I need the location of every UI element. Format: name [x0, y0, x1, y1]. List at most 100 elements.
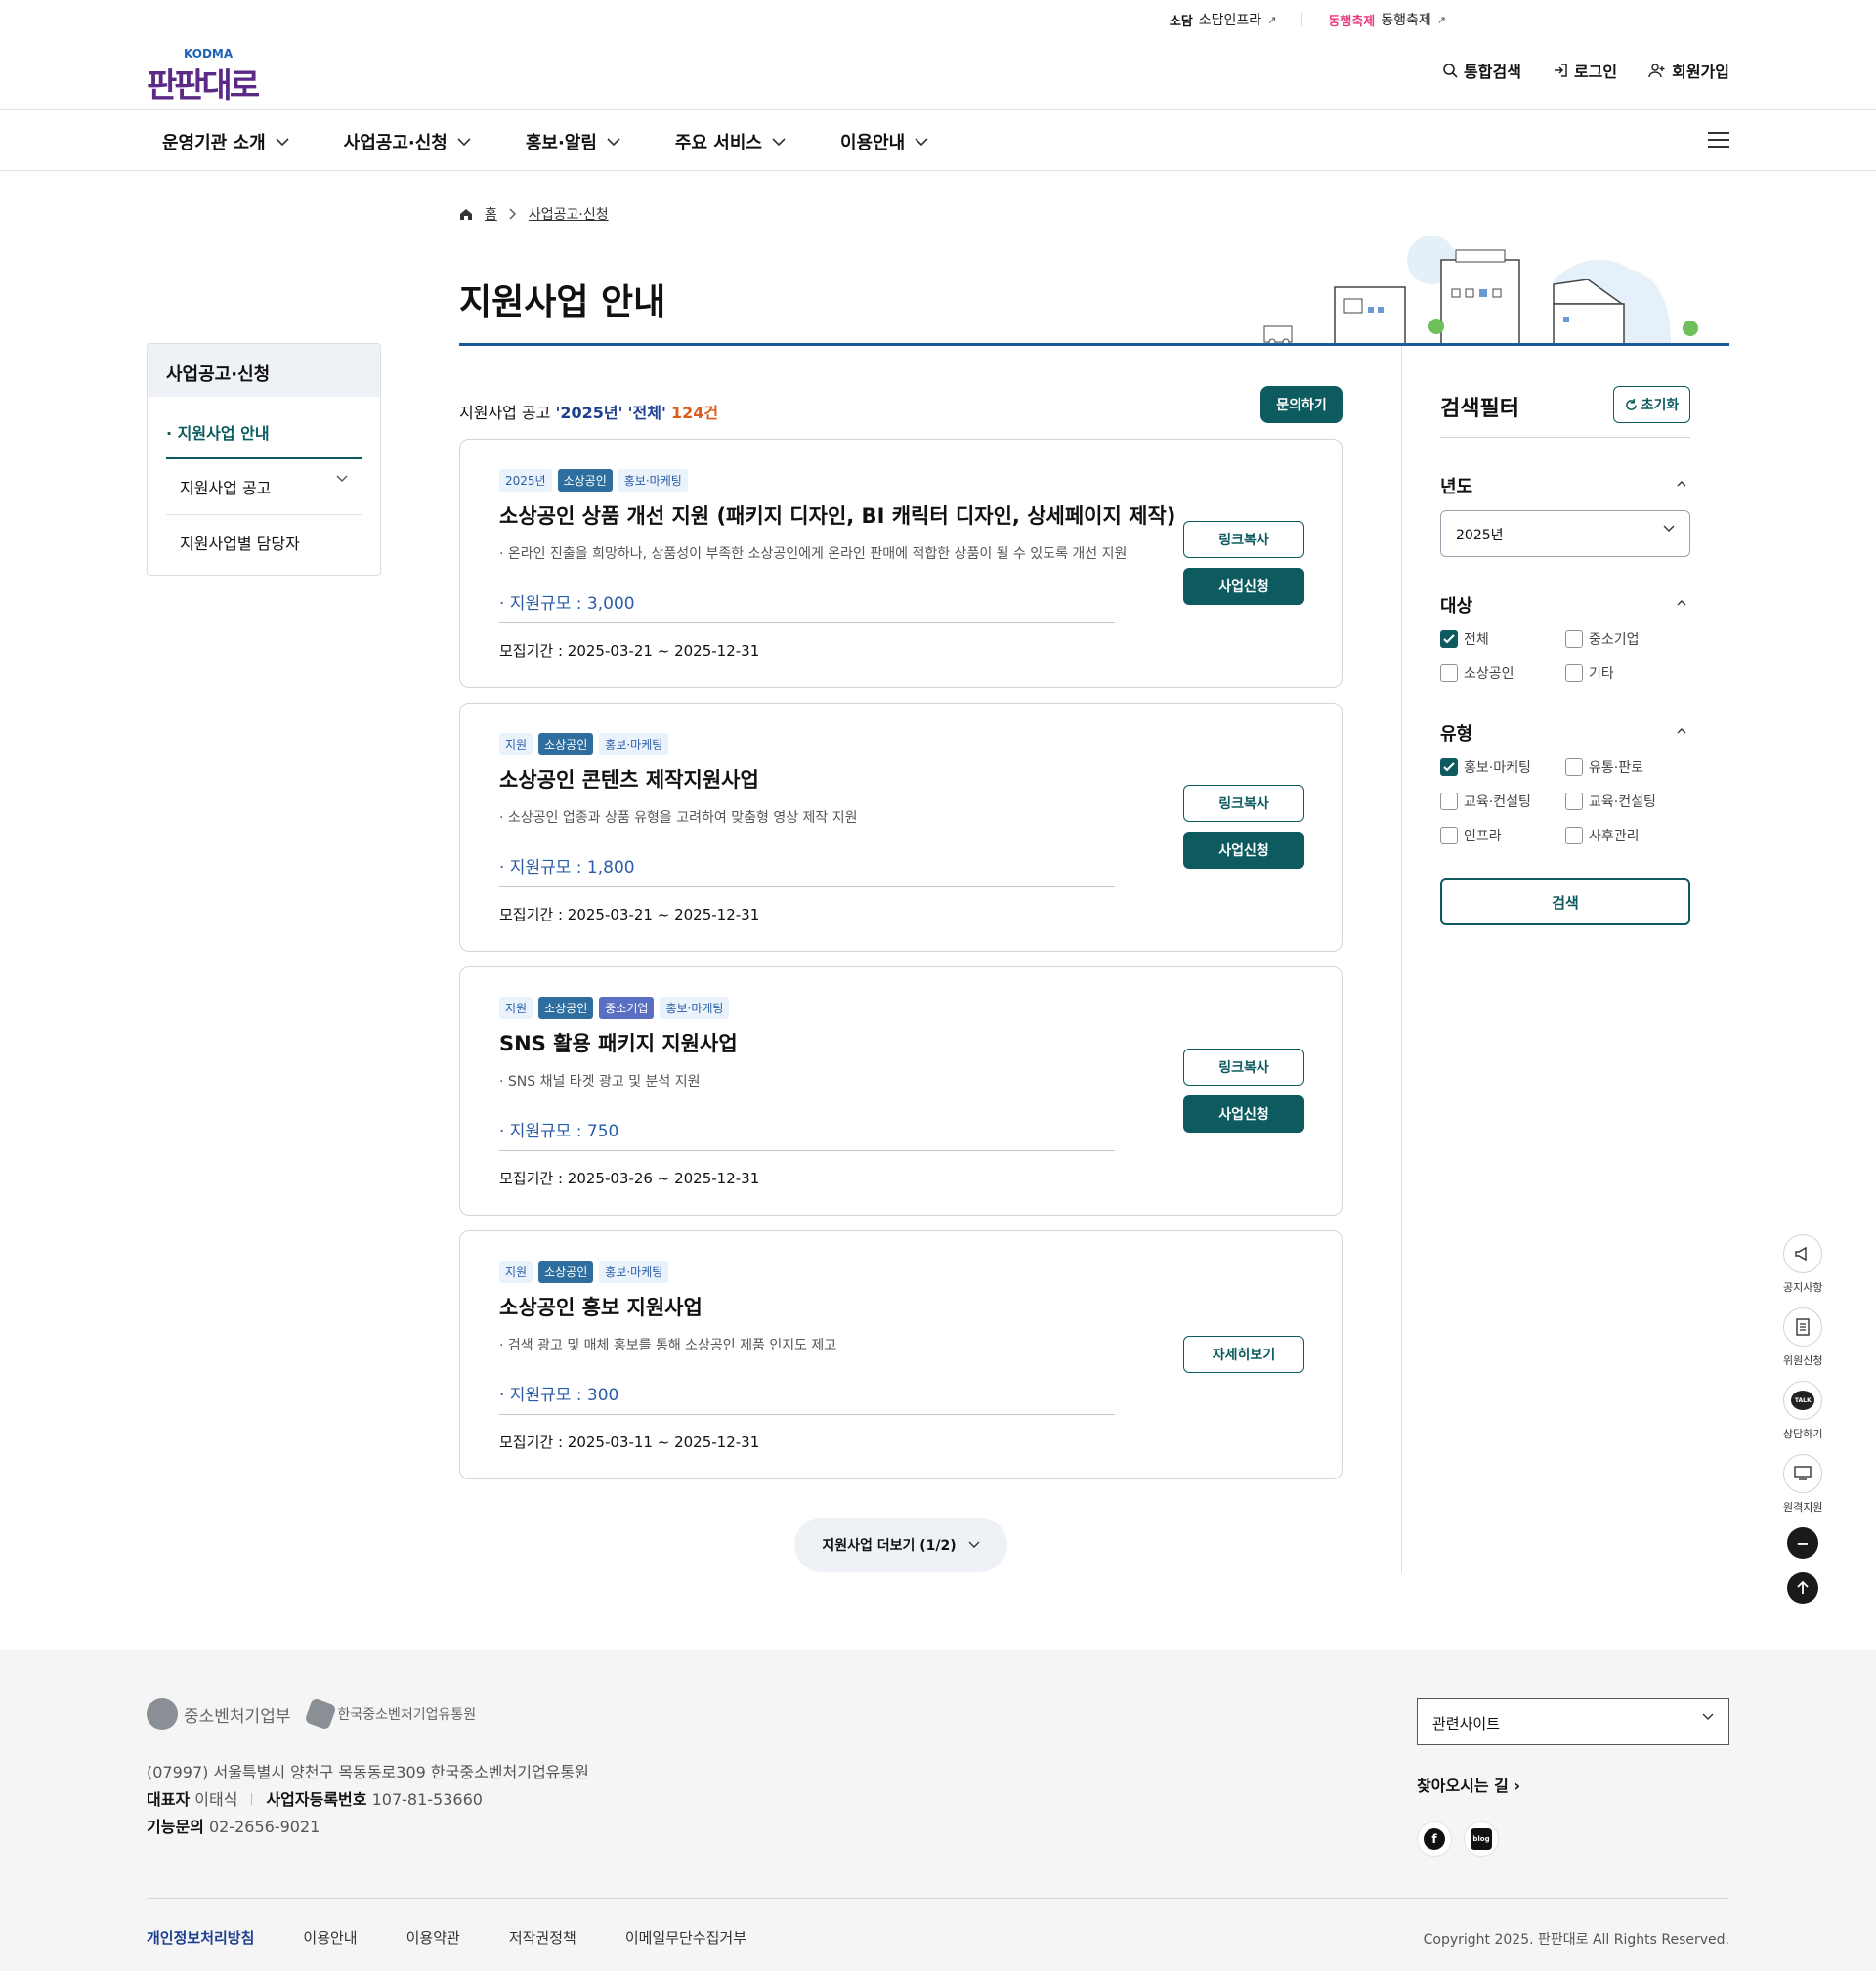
apply-button[interactable]: 사업신청 [1183, 832, 1304, 869]
breadcrumb-current[interactable]: 사업공고·신청 [529, 204, 609, 224]
checkbox-label: 사후관리 [1589, 829, 1640, 844]
footer-link-privacy[interactable]: 개인정보처리방침 [147, 1927, 254, 1948]
checkbox-type-consulting[interactable]: 교육·컨설팅 [1440, 792, 1531, 811]
filter-title: 검색필터 [1440, 397, 1519, 421]
sidebar-item-notice[interactable]: 지원사업 공고 [166, 459, 362, 515]
detail-button[interactable]: 자세히보기 [1183, 1336, 1304, 1373]
quick-label: 공지사항 [1783, 1281, 1823, 1294]
checkbox-box [1565, 664, 1583, 682]
footer-link-email[interactable]: 이메일무단수집거부 [625, 1927, 746, 1948]
footer-link-terms[interactable]: 이용약관 [406, 1927, 460, 1948]
apply-button[interactable]: 사업신청 [1183, 1095, 1304, 1133]
blog-glyph: blog [1471, 1828, 1492, 1850]
business-card: 지원 소상공인 홍보·마케팅 소상공인 홍보 지원사업 · 검색 광고 및 매체… [459, 1230, 1343, 1479]
chevron-up-icon[interactable] [1677, 479, 1686, 489]
apply-button[interactable]: 사업신청 [1183, 568, 1304, 605]
checkbox-label: 교육·컨설팅 [1589, 794, 1656, 810]
sidebar-item-label: 지원사업 공고 [180, 479, 272, 497]
copy-link-button[interactable]: 링크복사 [1183, 1049, 1304, 1086]
card-scale: · 지원규모 : 1,800 [499, 858, 635, 878]
quick-notice[interactable]: 공지사항 [1783, 1234, 1822, 1295]
checkbox-type-distribution[interactable]: 유통·판로 [1565, 757, 1643, 777]
city-illustration [1263, 236, 1698, 345]
external-link-icon: ↗ [1267, 13, 1277, 26]
quick-consult[interactable]: TALK 상담하기 [1783, 1381, 1822, 1441]
gnb-menu-business[interactable]: 사업공고·신청 [344, 129, 471, 154]
divider [499, 622, 1115, 623]
divider [499, 1150, 1115, 1151]
copy-link-button[interactable]: 링크복사 [1183, 785, 1304, 822]
tag: 소상공인 [538, 997, 594, 1019]
gnb-menu-guide[interactable]: 이용안내 [840, 129, 928, 154]
reset-button[interactable]: 초기화 [1613, 386, 1690, 423]
chevron-up-icon[interactable] [1677, 726, 1686, 736]
checkbox-target-etc[interactable]: 기타 [1565, 664, 1614, 683]
related-sites-select[interactable]: 관련사이트 [1417, 1698, 1729, 1745]
inquiry-button[interactable]: 문의하기 [1260, 386, 1343, 423]
tag: 중소기업 [599, 997, 655, 1019]
card-title[interactable]: 소상공인 콘텐츠 제작지원사업 [499, 764, 759, 793]
tag: 지원 [499, 997, 533, 1019]
donghaeng-link[interactable]: 동행축제 동행축제 ↗ [1328, 10, 1446, 29]
sns-links: f blog [1417, 1821, 1499, 1857]
checkbox-target-smallbiz[interactable]: 소상공인 [1440, 664, 1514, 683]
gnb-menu-promotion[interactable]: 홍보·알림 [526, 129, 620, 154]
copyright: Copyright 2025. 판판대로 All Rights Reserved… [1423, 1932, 1729, 1948]
chevron-down-icon [1663, 525, 1675, 532]
minus-icon[interactable]: − [1787, 1527, 1818, 1559]
sidebar-item-info[interactable]: · 지원사업 안내 [166, 410, 362, 459]
footer-link-guide[interactable]: 이용안내 [303, 1927, 357, 1948]
card-desc: · 소상공인 업종과 상품 유형을 고려하여 맞춤형 영상 제작 지원 [499, 810, 858, 826]
footer-link-copyright[interactable]: 저작권정책 [509, 1927, 576, 1948]
gnb-menu-about[interactable]: 운영기관 소개 [162, 129, 289, 154]
kodma-emblem-icon [304, 1697, 338, 1731]
facebook-icon[interactable]: f [1417, 1821, 1452, 1857]
load-more-button[interactable]: 지원사업 더보기 (1/2) [794, 1518, 1007, 1572]
filter-type-label: 유형 [1440, 724, 1473, 745]
blog-icon[interactable]: blog [1464, 1821, 1499, 1857]
checkbox-box [1440, 664, 1458, 682]
tel-label: 기능문의 [147, 1818, 204, 1836]
quick-committee[interactable]: 위원신청 [1783, 1307, 1822, 1368]
tag: 지원 [499, 1261, 533, 1283]
scroll-top-icon[interactable] [1787, 1572, 1818, 1604]
checkbox-type-infra[interactable]: 인프라 [1440, 826, 1502, 845]
result-count: 지원사업 공고 '2025년' '전체' 124건 [459, 400, 718, 423]
card-title[interactable]: SNS 활용 패키지 지원사업 [499, 1028, 738, 1057]
checkbox-target-all[interactable]: 전체 [1440, 629, 1489, 649]
sodam-link[interactable]: 소담 소담인프라 ↗ [1170, 10, 1277, 29]
card-scale: · 지원규모 : 300 [499, 1386, 619, 1405]
quick-remote[interactable]: 원격지원 [1783, 1454, 1822, 1515]
tag: 소상공인 [538, 733, 594, 755]
checkbox-label: 교육·컨설팅 [1464, 794, 1531, 810]
join-link[interactable]: 회원가입 [1648, 59, 1729, 82]
donghaeng-logo: 동행축제 [1328, 14, 1376, 29]
checkbox-type-aftercare[interactable]: 사후관리 [1565, 826, 1640, 845]
checkbox-target-sme[interactable]: 중소기업 [1565, 629, 1640, 649]
chevron-right-icon: › [1514, 1777, 1521, 1795]
directions-link[interactable]: 찾아오시는 길 › [1417, 1773, 1520, 1796]
search-link[interactable]: 통합검색 [1442, 59, 1521, 82]
card-title[interactable]: 소상공인 홍보 지원사업 [499, 1292, 703, 1321]
chevron-up-icon[interactable] [1677, 598, 1686, 608]
site-logo[interactable]: KODMA 판판대로 [147, 47, 264, 106]
checkbox-type-consulting-2[interactable]: 교육·컨설팅 [1565, 792, 1656, 811]
menu-icon[interactable] [1708, 132, 1729, 150]
checkbox-type-marketing[interactable]: 홍보·마케팅 [1440, 757, 1531, 777]
join-label: 회원가입 [1672, 63, 1729, 81]
chevron-right-icon [509, 208, 516, 220]
related-sites-label: 관련사이트 [1432, 1715, 1501, 1733]
card-title[interactable]: 소상공인 상품 개선 지원 (패키지 디자인, BI 캐릭터 디자인, 상세페이… [499, 500, 1175, 530]
chevron-down-icon [276, 137, 289, 146]
business-card: 2025년 소상공인 홍보·마케팅 소상공인 상품 개선 지원 (패키지 디자인… [459, 439, 1343, 688]
breadcrumb-home[interactable]: 홈 [485, 204, 497, 224]
gnb-menu-services[interactable]: 주요 서비스 [675, 129, 786, 154]
year-select[interactable]: 2025년 [1440, 510, 1690, 557]
copy-link-button[interactable]: 링크복사 [1183, 521, 1304, 558]
talk-icon-text: TALK [1791, 1391, 1815, 1410]
login-icon [1554, 64, 1567, 77]
filter-search-button[interactable]: 검색 [1440, 878, 1690, 925]
login-link[interactable]: 로그인 [1553, 59, 1617, 82]
divider [1301, 13, 1303, 26]
sidebar-item-contacts[interactable]: 지원사업별 담당자 [166, 515, 362, 570]
